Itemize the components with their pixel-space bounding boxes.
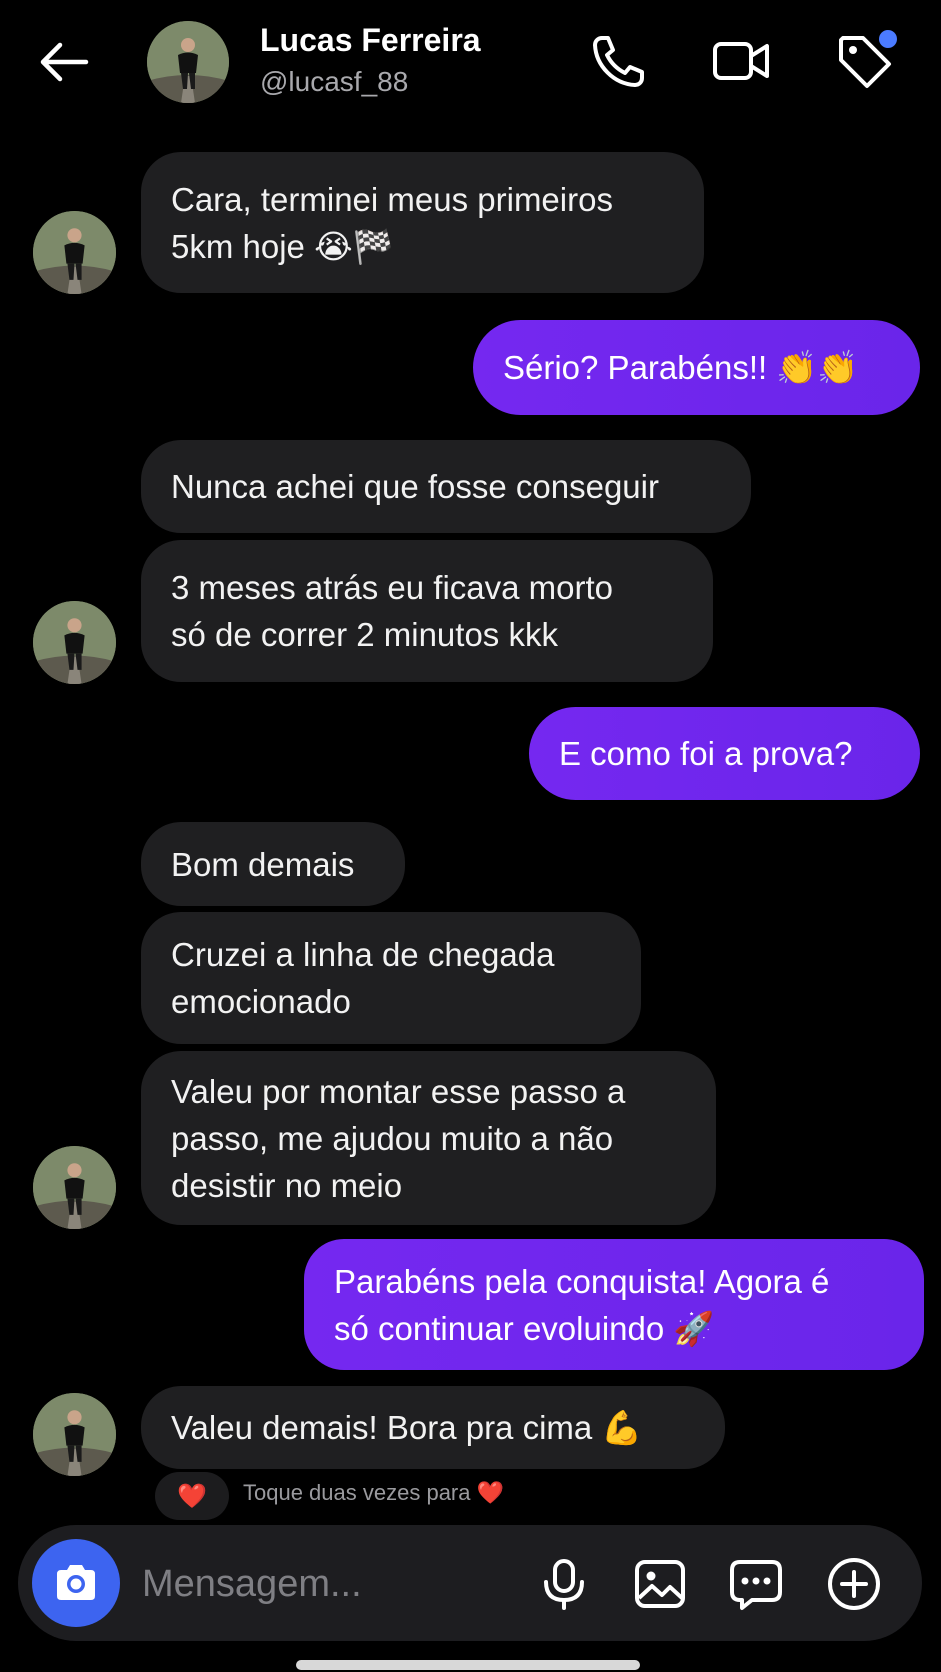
- contact-name[interactable]: Lucas Ferreira: [260, 22, 481, 59]
- camera-button[interactable]: [32, 1539, 120, 1627]
- notification-dot: [879, 30, 897, 48]
- image-icon: [635, 1560, 685, 1608]
- contact-handle: @lucasf_88: [260, 66, 409, 97]
- video-call-button[interactable]: [708, 28, 774, 94]
- message-avatar[interactable]: [33, 1393, 116, 1476]
- message-bubble[interactable]: Bom demais: [141, 822, 405, 906]
- message-input[interactable]: [140, 1555, 524, 1613]
- chat-header: Lucas Ferreira @lucasf_88: [0, 0, 941, 130]
- gallery-button[interactable]: [631, 1555, 689, 1613]
- message-bubble[interactable]: Valeu por montar esse passo a passo, me …: [141, 1051, 716, 1225]
- voice-message-button[interactable]: [535, 1555, 593, 1613]
- call-button[interactable]: [586, 28, 652, 94]
- message-avatar[interactable]: [33, 601, 116, 684]
- phone-icon: [593, 36, 644, 87]
- more-options-button[interactable]: [825, 1555, 883, 1613]
- chat-bubble-icon: [730, 1560, 782, 1610]
- message-bubble[interactable]: Sério? Parabéns!! 👏👏: [473, 320, 920, 415]
- message-text: Valeu por montar esse passo a passo, me …: [171, 1072, 626, 1204]
- heart-reaction-button[interactable]: ❤️: [155, 1472, 229, 1520]
- message-text: Valeu demais! Bora pra cima 💪: [171, 1409, 643, 1446]
- home-indicator[interactable]: [296, 1660, 640, 1670]
- message-text: 3 meses atrás eu ficava morto só de corr…: [171, 569, 614, 653]
- heart-icon: ❤️: [177, 1482, 207, 1510]
- message-bubble[interactable]: 3 meses atrás eu ficava morto só de corr…: [141, 540, 713, 682]
- message-avatar[interactable]: [33, 1146, 116, 1229]
- message-bubble[interactable]: Nunca achei que fosse conseguir: [141, 440, 751, 533]
- plus-circle-icon: [828, 1558, 880, 1610]
- reaction-hint: Toque duas vezes para ❤️: [243, 1480, 504, 1505]
- message-bubble[interactable]: Valeu demais! Bora pra cima 💪: [141, 1386, 725, 1469]
- message-bubble[interactable]: Cara, terminei meus primeiros 5km hoje 😭…: [141, 152, 704, 293]
- message-bubble[interactable]: Cruzei a linha de chegada emocionado: [141, 912, 641, 1044]
- header-avatar[interactable]: [147, 21, 229, 103]
- message-text: Sério? Parabéns!! 👏👏: [503, 349, 859, 386]
- message-text: Cruzei a linha de chegada emocionado: [171, 936, 555, 1020]
- video-icon: [713, 42, 769, 80]
- back-button[interactable]: [34, 32, 94, 92]
- message-composer: [18, 1525, 922, 1641]
- message-text: Bom demais: [171, 845, 355, 883]
- camera-icon: [57, 1565, 95, 1600]
- message-bubble[interactable]: Parabéns pela conquista! Agora é só cont…: [304, 1239, 924, 1370]
- message-avatar[interactable]: [33, 211, 116, 294]
- message-text: Cara, terminei meus primeiros 5km hoje 😭…: [171, 180, 613, 265]
- microphone-icon: [544, 1559, 584, 1610]
- message-text: E como foi a prova?: [559, 735, 853, 772]
- message-bubble[interactable]: E como foi a prova?: [529, 707, 920, 800]
- tag-button[interactable]: [831, 28, 897, 94]
- message-text: Nunca achei que fosse conseguir: [171, 468, 659, 505]
- message-text: Parabéns pela conquista! Agora é só cont…: [334, 1262, 830, 1347]
- sticker-button[interactable]: [727, 1555, 785, 1613]
- arrow-left-icon: [40, 42, 89, 82]
